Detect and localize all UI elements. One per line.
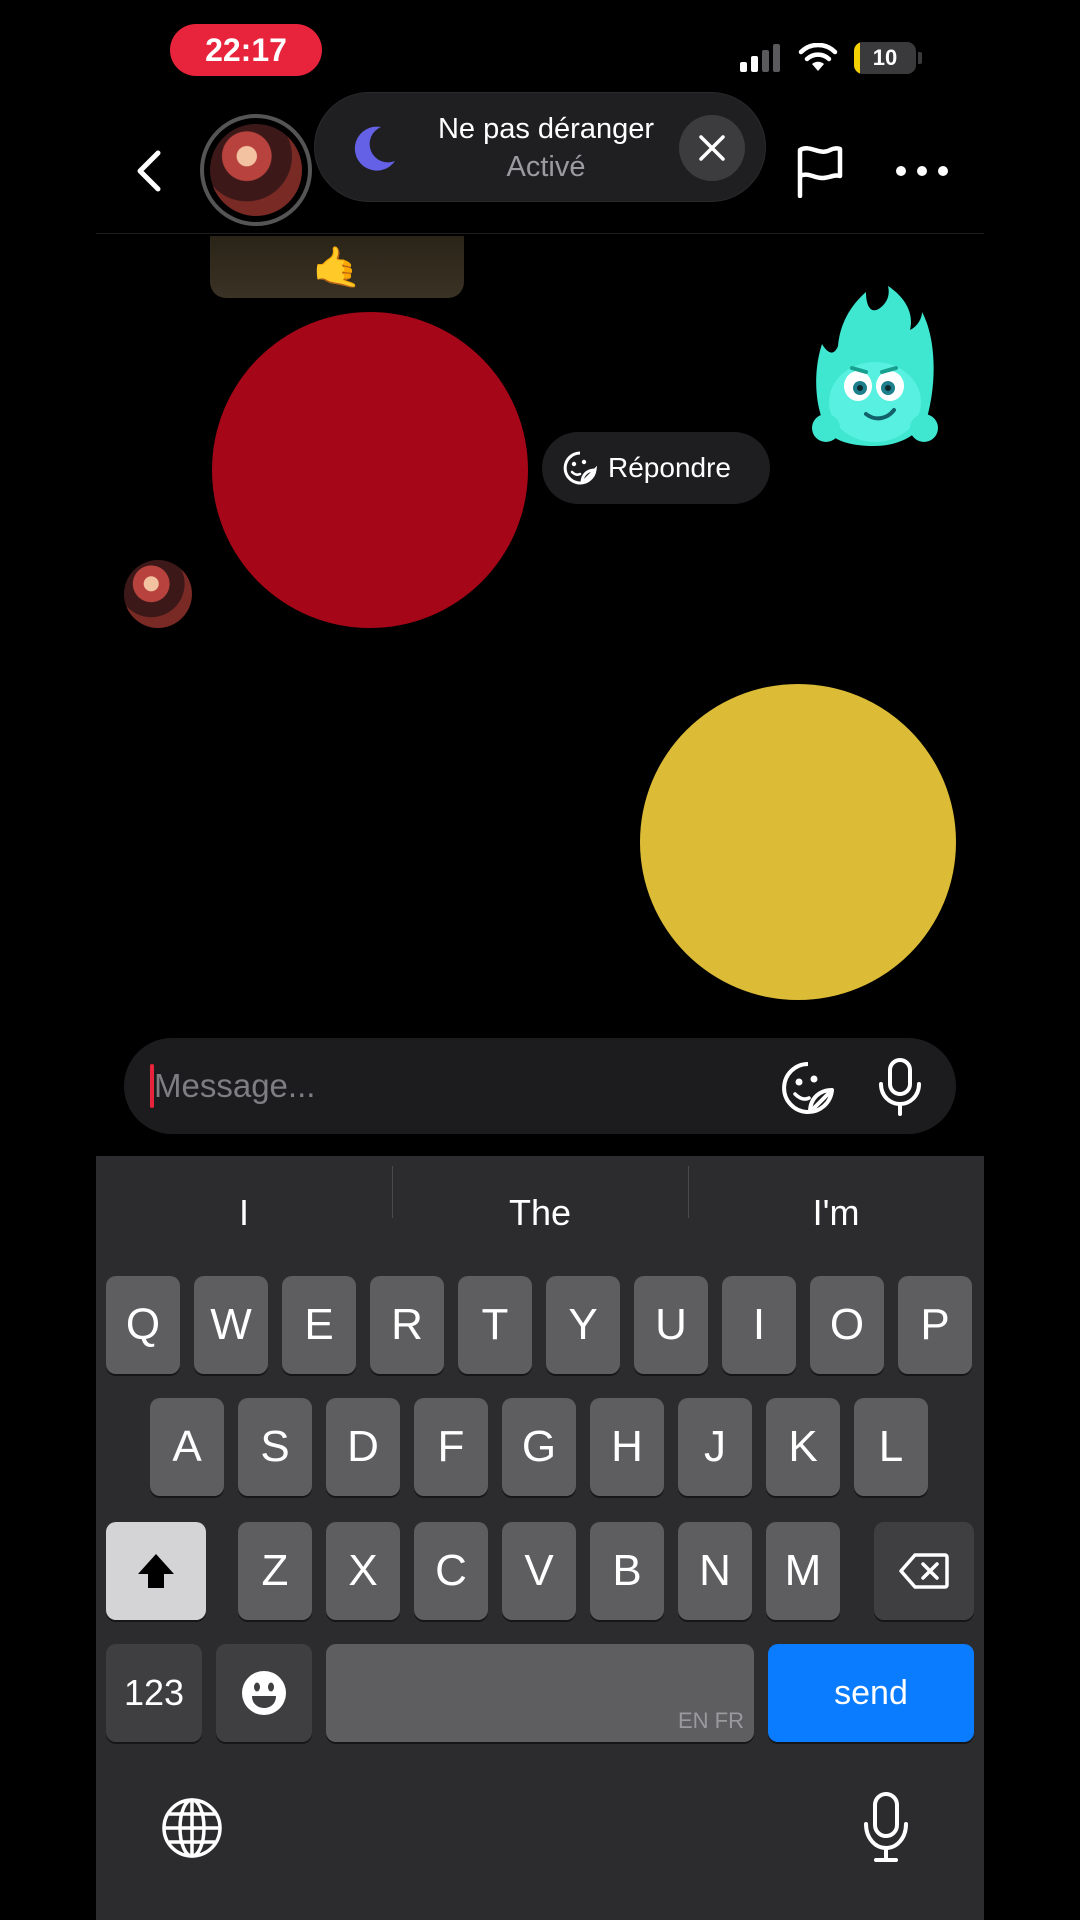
hand-emoji: 🤙 <box>312 245 362 290</box>
back-chevron-icon <box>137 150 161 192</box>
dot <box>938 166 948 176</box>
dnd-status: Activé <box>506 151 586 183</box>
key-p[interactable]: P <box>898 1276 972 1374</box>
status-time: 22:17 <box>170 24 322 76</box>
suggestion-bar: I The I'm <box>96 1156 984 1270</box>
moon-icon <box>354 126 395 171</box>
message-image-thumbnail[interactable]: 🤙 <box>210 236 464 298</box>
yellow-circle-message[interactable] <box>640 684 956 1000</box>
key-a[interactable]: A <box>150 1398 224 1496</box>
key-w[interactable]: W <box>194 1276 268 1374</box>
battery-level: 10 <box>872 45 898 70</box>
do-not-disturb-banner[interactable]: Ne pas déranger Activé <box>314 92 766 202</box>
avatar-image <box>210 124 302 216</box>
shift-icon <box>138 1554 174 1588</box>
globe-icon[interactable] <box>160 1796 224 1860</box>
key-n[interactable]: N <box>678 1522 752 1620</box>
reply-label: Répondre <box>608 452 731 483</box>
emoji-icon <box>242 1671 286 1715</box>
flag-icon <box>797 146 843 199</box>
key-x[interactable]: X <box>326 1522 400 1620</box>
backspace-icon <box>899 1553 949 1589</box>
key-f[interactable]: F <box>414 1398 488 1496</box>
numbers-key[interactable]: 123 <box>106 1644 202 1742</box>
sticker-icon <box>563 451 598 485</box>
more-button[interactable] <box>896 156 948 186</box>
key-l[interactable]: L <box>854 1398 928 1496</box>
dot <box>917 166 927 176</box>
key-b[interactable]: B <box>590 1522 664 1620</box>
key-c[interactable]: C <box>414 1522 488 1620</box>
dnd-close-button[interactable] <box>679 115 745 181</box>
flame-character-sticker[interactable] <box>810 284 940 454</box>
key-s[interactable]: S <box>238 1398 312 1496</box>
close-icon <box>699 135 725 161</box>
key-i[interactable]: I <box>722 1276 796 1374</box>
dictation-microphone-icon[interactable] <box>862 1792 910 1864</box>
report-button[interactable] <box>794 144 846 199</box>
dnd-title: Ne pas déranger <box>437 113 655 145</box>
send-key[interactable]: send <box>768 1644 974 1742</box>
message-composer[interactable] <box>124 1038 956 1134</box>
key-t[interactable]: T <box>458 1276 532 1374</box>
backspace-key[interactable] <box>874 1522 974 1620</box>
key-u[interactable]: U <box>634 1276 708 1374</box>
dot <box>896 166 906 176</box>
space-language-label: EN FR <box>678 1708 744 1733</box>
reply-button[interactable]: Répondre <box>542 432 770 504</box>
suggestion-item[interactable]: I <box>96 1192 392 1234</box>
shift-key[interactable] <box>106 1522 206 1620</box>
status-indicators: 10 <box>740 36 922 80</box>
red-circle-message[interactable] <box>212 312 528 628</box>
key-q[interactable]: Q <box>106 1276 180 1374</box>
battery-icon: 10 <box>854 42 916 74</box>
emoji-key[interactable] <box>216 1644 312 1742</box>
message-input[interactable] <box>154 1060 754 1112</box>
key-h[interactable]: H <box>590 1398 664 1496</box>
key-d[interactable]: D <box>326 1398 400 1496</box>
suggestion-item[interactable]: I'm <box>688 1166 984 1234</box>
battery-tip <box>918 52 922 64</box>
back-button[interactable] <box>124 146 174 196</box>
key-y[interactable]: Y <box>546 1276 620 1374</box>
key-r[interactable]: R <box>370 1276 444 1374</box>
key-m[interactable]: M <box>766 1522 840 1620</box>
keyboard: I The I'm Q W E R T Y U I O P A S D F G … <box>96 1156 984 1920</box>
microphone-icon[interactable] <box>876 1058 924 1116</box>
key-o[interactable]: O <box>810 1276 884 1374</box>
key-j[interactable]: J <box>678 1398 752 1496</box>
sticker-icon[interactable] <box>780 1060 836 1116</box>
contact-avatar[interactable] <box>200 114 312 226</box>
key-z[interactable]: Z <box>238 1522 312 1620</box>
key-e[interactable]: E <box>282 1276 356 1374</box>
signal-icon <box>740 44 780 72</box>
suggestion-item[interactable]: The <box>392 1166 688 1234</box>
space-key[interactable]: EN FR <box>326 1644 754 1742</box>
wifi-icon <box>798 43 838 71</box>
key-v[interactable]: V <box>502 1522 576 1620</box>
message-sender-avatar[interactable] <box>124 560 192 628</box>
key-k[interactable]: K <box>766 1398 840 1496</box>
key-g[interactable]: G <box>502 1398 576 1496</box>
